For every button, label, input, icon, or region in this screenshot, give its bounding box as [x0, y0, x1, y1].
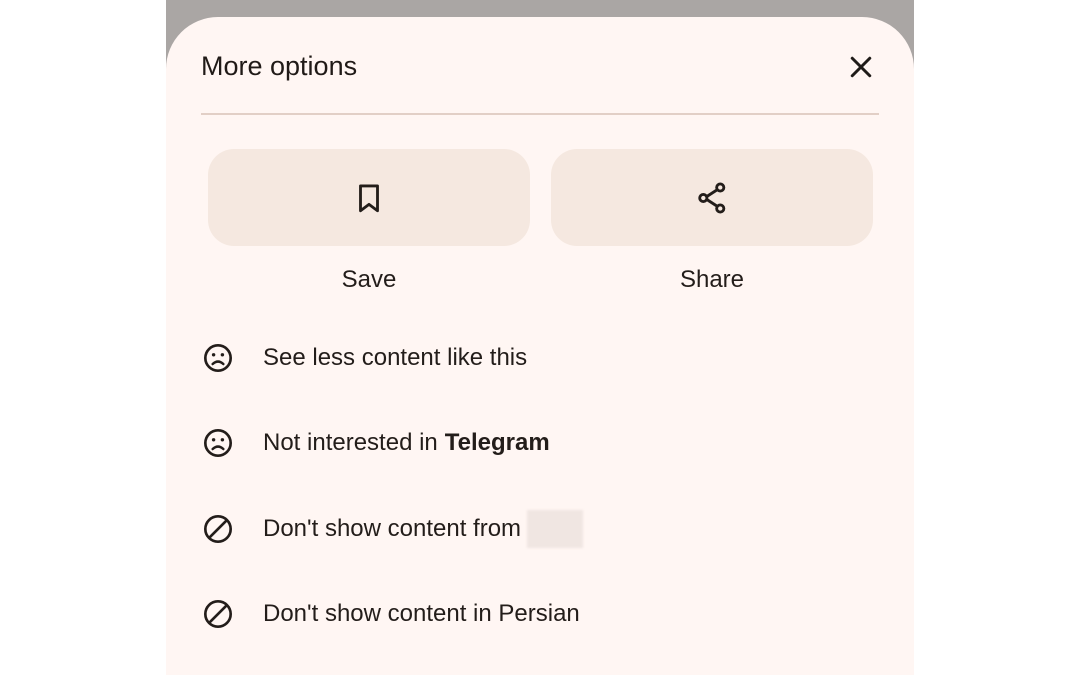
topic-name: Telegram: [444, 429, 550, 456]
menu-item-dont-show-language-label: Don't show content in Persian: [263, 600, 580, 627]
sad-face-icon: [204, 344, 232, 372]
save-label: Save: [341, 266, 397, 293]
menu-item-see-less-label: See less content like this: [263, 344, 528, 371]
menu-item-not-interested[interactable]: Not interested in Telegram: [201, 413, 881, 473]
close-button[interactable]: [841, 47, 881, 87]
close-icon: [850, 56, 872, 78]
share-icon: [698, 181, 726, 214]
menu-item-see-less[interactable]: See less content like this: [201, 328, 881, 388]
save-button[interactable]: [208, 149, 530, 246]
more-options-sheet: More options Save Share See less content…: [166, 17, 914, 675]
menu-item-dont-show-source[interactable]: Don't show content from: [201, 499, 881, 559]
menu-item-dont-show-language[interactable]: Don't show content in Persian: [201, 584, 881, 644]
share-label: Share: [679, 266, 745, 293]
sheet-title: More options: [201, 51, 358, 81]
share-button[interactable]: [551, 149, 873, 246]
block-icon: [204, 600, 232, 628]
redacted-source-name: [527, 510, 584, 548]
sheet-header: More options: [201, 47, 881, 87]
header-divider: [201, 113, 879, 115]
menu-item-dont-show-source-label: Don't show content from: [263, 515, 522, 542]
menu-item-not-interested-label: Not interested in: [263, 429, 438, 456]
bookmark-icon: [359, 184, 379, 212]
sad-face-icon: [204, 429, 232, 457]
block-icon: [204, 515, 232, 543]
